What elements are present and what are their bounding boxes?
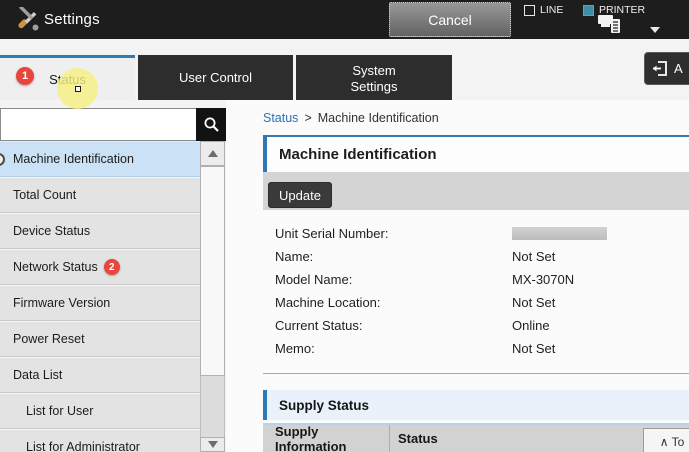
sidebar-item-machine-identification[interactable]: Machine Identification bbox=[0, 141, 200, 177]
search-input[interactable] bbox=[0, 108, 196, 141]
field-label: Unit Serial Number: bbox=[263, 226, 512, 241]
field-label: Machine Location: bbox=[263, 295, 512, 310]
page-title: Machine Identification bbox=[279, 146, 437, 163]
section-title-supply-status: Supply Status bbox=[263, 390, 689, 420]
line-label: LINE bbox=[540, 4, 563, 16]
search-icon bbox=[203, 116, 220, 133]
field-row-name: Name: Not Set bbox=[263, 245, 689, 268]
sidebar-item-label: Total Count bbox=[13, 188, 76, 202]
sidebar-item-label: Network Status bbox=[13, 260, 98, 274]
printer-icon[interactable] bbox=[596, 14, 628, 36]
search-button[interactable] bbox=[196, 108, 226, 141]
field-value: Not Set bbox=[512, 295, 555, 310]
section-divider bbox=[263, 373, 689, 374]
sidebar-item-label: List for Administrator bbox=[26, 440, 140, 452]
sidebar-item-label: List for User bbox=[26, 404, 93, 418]
field-label: Current Status: bbox=[263, 318, 512, 333]
printer-status-icon bbox=[583, 5, 594, 16]
breadcrumb-current: Machine Identification bbox=[318, 111, 439, 125]
field-value: MX-3070N bbox=[512, 272, 574, 287]
sidebar-item-power-reset[interactable]: Power Reset bbox=[0, 321, 200, 357]
sidebar-item-total-count[interactable]: Total Count bbox=[0, 177, 200, 213]
update-button[interactable]: Update bbox=[268, 182, 332, 208]
cancel-button[interactable]: Cancel bbox=[389, 2, 511, 37]
tab-system-settings[interactable]: System Settings bbox=[296, 55, 452, 103]
tab-user-control[interactable]: User Control bbox=[138, 55, 293, 100]
field-row-memo: Memo: Not Set bbox=[263, 337, 689, 360]
field-row-model: Model Name: MX-3070N bbox=[263, 268, 689, 291]
sidebar-item-network-status[interactable]: Network Status 2 bbox=[0, 249, 200, 285]
supply-status-title: Supply Status bbox=[279, 398, 369, 413]
sidebar-item-device-status[interactable]: Device Status bbox=[0, 213, 200, 249]
scroll-down-button[interactable] bbox=[200, 437, 225, 452]
click-marker-cursor bbox=[75, 86, 81, 92]
field-value: Online bbox=[512, 318, 550, 333]
field-row-location: Machine Location: Not Set bbox=[263, 291, 689, 314]
login-button[interactable]: A bbox=[644, 52, 689, 85]
sidebar-item-data-list[interactable]: Data List bbox=[0, 357, 200, 393]
sidebar-scrollbar-thumb[interactable] bbox=[200, 166, 225, 376]
sidebar-item-label: Device Status bbox=[13, 224, 90, 238]
field-value: Not Set bbox=[512, 249, 555, 264]
field-label: Name: bbox=[263, 249, 512, 264]
section-title-machine-identification: Machine Identification bbox=[263, 135, 689, 172]
click-marker bbox=[57, 68, 98, 109]
scroll-up-button[interactable] bbox=[200, 141, 225, 166]
tab-user-control-label: User Control bbox=[179, 70, 252, 85]
supply-table-header: Supply Information Status bbox=[263, 423, 689, 452]
field-value: Not Set bbox=[512, 341, 555, 356]
field-label: Memo: bbox=[263, 341, 512, 356]
redacted-serial-value bbox=[512, 227, 607, 240]
login-button-label: A bbox=[674, 61, 683, 76]
field-row-current-status: Current Status: Online bbox=[263, 314, 689, 337]
login-icon bbox=[652, 60, 669, 77]
breadcrumb: Status > Machine Identification bbox=[263, 111, 439, 125]
sidebar-item-firmware-version[interactable]: Firmware Version bbox=[0, 285, 200, 321]
breadcrumb-separator: > bbox=[304, 111, 311, 125]
settings-tools-icon bbox=[15, 7, 40, 32]
selected-item-icon bbox=[0, 153, 5, 166]
line-status-icon bbox=[524, 5, 535, 16]
sidebar-item-label: Firmware Version bbox=[13, 296, 110, 310]
sidebar-item-list-for-user[interactable]: List for User bbox=[0, 393, 200, 429]
sidebar-item-label: Power Reset bbox=[13, 332, 85, 346]
annotation-badge-2: 2 bbox=[104, 259, 120, 275]
app-title: Settings bbox=[44, 0, 100, 39]
sidebar-item-list-for-administrator[interactable]: List for Administrator bbox=[0, 429, 200, 452]
column-header-supply-information: Supply Information bbox=[263, 425, 390, 452]
chevron-down-icon[interactable] bbox=[650, 27, 660, 33]
annotation-badge-1: 1 bbox=[16, 67, 34, 85]
column-header-status: Status bbox=[390, 431, 438, 446]
breadcrumb-status-link[interactable]: Status bbox=[263, 111, 298, 125]
arrow-down-icon bbox=[208, 441, 218, 448]
line-indicator: LINE bbox=[524, 4, 563, 16]
arrow-up-icon bbox=[208, 150, 218, 157]
sidebar-nav: Machine Identification Total Count Devic… bbox=[0, 141, 200, 452]
sidebar-item-label: Data List bbox=[13, 368, 62, 382]
field-label: Model Name: bbox=[263, 272, 512, 287]
sidebar-item-label: Machine Identification bbox=[13, 152, 134, 166]
back-to-top-button[interactable]: ∧ To bbox=[643, 428, 689, 452]
field-row-serial: Unit Serial Number: bbox=[263, 222, 689, 245]
tab-system-settings-label: System Settings bbox=[336, 63, 412, 96]
